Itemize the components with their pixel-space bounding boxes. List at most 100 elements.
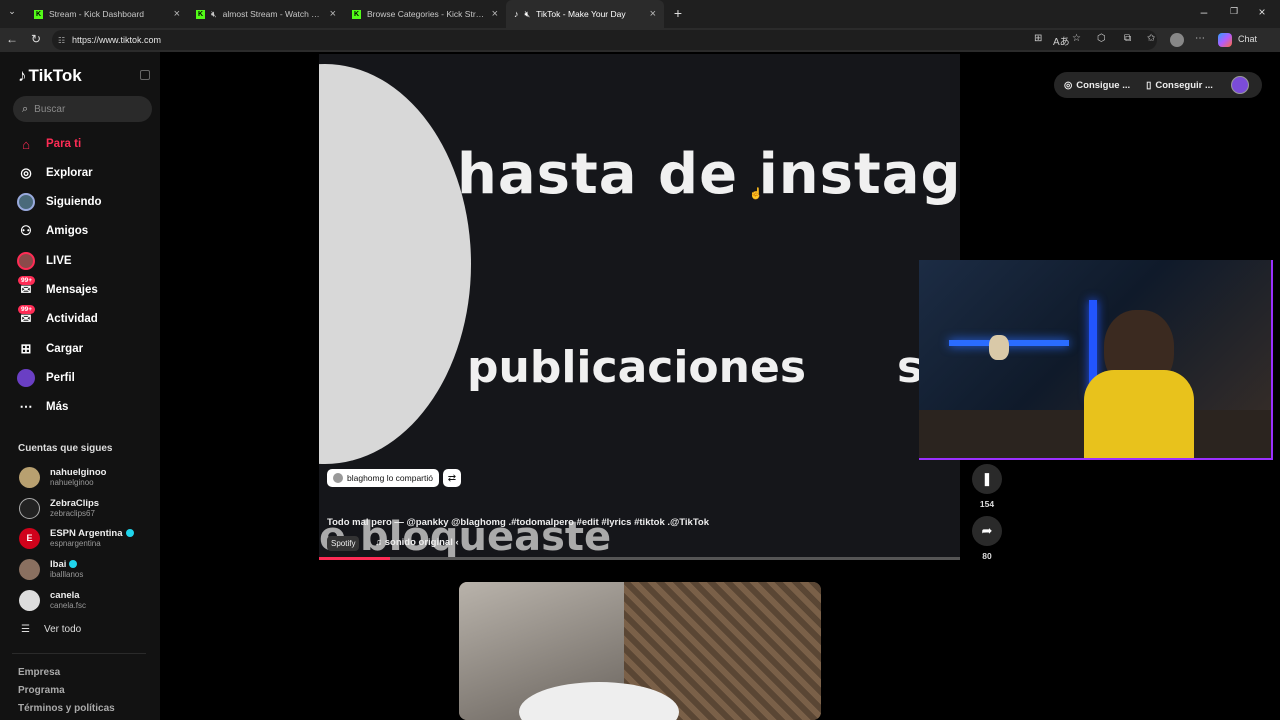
following-accounts-heading: Cuentas que sigues <box>18 443 113 454</box>
footer-link-terminos[interactable]: Términos y políticas <box>18 703 115 714</box>
close-window-icon[interactable]: × <box>1254 5 1270 19</box>
followed-account-item[interactable]: canela canela.fsc <box>19 588 86 612</box>
close-tab-icon[interactable]: × <box>650 8 656 20</box>
video-progress-track[interactable] <box>319 557 960 560</box>
video-caption-text: hasta de instag <box>457 142 960 207</box>
espn-avatar: E <box>19 527 40 549</box>
nav-item-mensajes[interactable]: ✉ 99+ Mensajes <box>17 276 98 301</box>
favorites-list-icon[interactable]: ✩ <box>1147 33 1155 44</box>
url-field[interactable]: ☷ https://www.tiktok.com <box>52 30 1157 50</box>
chat-button[interactable]: Chat <box>1238 34 1257 44</box>
browser-tab-tiktok[interactable]: ♪ 🔇︎ TikTok - Make Your Day × <box>506 0 664 28</box>
video-description: Todo mal pero — @pankky @blaghomg .#todo… <box>327 517 710 528</box>
tiktok-favicon-icon: ♪ <box>514 9 519 19</box>
browser-tab-almost-stream[interactable]: K 🔇︎ almost Stream - Watch Live o × <box>188 0 344 28</box>
bookmark-action[interactable]: ❚ 154 <box>972 464 1002 509</box>
nav-item-live[interactable]: LIVE <box>17 250 72 272</box>
spotify-tag[interactable]: Spotify <box>327 536 360 551</box>
nav-item-para-ti[interactable]: ⌂ Para ti <box>17 133 81 155</box>
back-arrow-icon[interactable]: ← <box>4 32 20 46</box>
avatar <box>19 466 40 488</box>
music-link[interactable]: ♫ sonido original ‹ <box>375 537 459 548</box>
webcam-overlay <box>919 260 1273 460</box>
kick-favicon-icon: K <box>34 9 43 19</box>
divider <box>12 653 146 654</box>
verified-badge-icon <box>69 560 78 568</box>
reload-icon[interactable]: ↻ <box>28 32 44 46</box>
app-available-icon[interactable]: ⊞ <box>1034 33 1042 44</box>
share-arrow-icon[interactable]: ➦ <box>972 516 1002 546</box>
kick-favicon-icon: K <box>196 9 205 19</box>
nav-item-actividad[interactable]: ✉ 99+ Actividad <box>17 305 98 330</box>
profile-icon <box>17 369 35 387</box>
bookmark-count: 154 <box>979 499 995 509</box>
translate-icon[interactable]: Aあ <box>1053 33 1070 48</box>
kick-favicon-icon: K <box>352 9 361 19</box>
tab-actions-chevron-icon[interactable]: ⌄ <box>4 6 20 17</box>
shared-by-pill[interactable]: blaghomg lo compartió <box>327 469 439 487</box>
following-icon <box>17 193 35 211</box>
followed-account-item[interactable]: Ibai iballlanos <box>19 557 83 581</box>
live-icon <box>17 252 35 270</box>
site-info-icon[interactable]: ☷ <box>58 36 65 45</box>
nav-item-siguiendo[interactable]: Siguiendo <box>17 191 102 213</box>
extensions-icon[interactable]: ⬡ <box>1097 33 1106 44</box>
messages-badge: 99+ <box>18 276 36 285</box>
friends-icon: ⚇ <box>20 223 32 238</box>
close-tab-icon[interactable]: × <box>492 8 498 20</box>
video-player[interactable]: hasta de instag publicaciones s e bloque… <box>319 54 960 560</box>
collapse-sidebar-icon[interactable] <box>140 70 150 80</box>
nav-item-amigos[interactable]: ⚇ Amigos <box>17 220 88 242</box>
close-tab-icon[interactable]: × <box>174 8 180 20</box>
new-tab-plus-icon[interactable]: + <box>670 5 686 21</box>
avatar <box>19 558 40 580</box>
footer-link-programa[interactable]: Programa <box>18 685 65 696</box>
browser-tab-kick-dashboard[interactable]: K Stream - Kick Dashboard × <box>26 0 188 28</box>
repost-icon[interactable]: ⇄ <box>443 469 461 487</box>
nav-item-cargar[interactable]: ⊞ Cargar <box>17 338 84 360</box>
tiktok-note-icon: ♪ <box>18 66 27 85</box>
bookmark-icon[interactable]: ❚ <box>972 464 1002 494</box>
led-light <box>949 340 1069 346</box>
nav-item-perfil[interactable]: Perfil <box>17 367 75 389</box>
followed-account-item[interactable]: E ESPN Argentina espnargentina <box>19 526 134 550</box>
share-action[interactable]: ➦ 80 <box>972 516 1002 561</box>
followed-account-item[interactable]: nahuelginoo nahuelginoo <box>19 465 106 489</box>
next-video-thumbnail[interactable] <box>459 582 821 720</box>
favorite-star-icon[interactable]: ☆ <box>1072 33 1081 44</box>
followed-account-item[interactable]: ZebraClips zebraclips67 <box>19 496 99 520</box>
figure-ornament <box>989 335 1009 360</box>
see-all-link[interactable]: ☰ Ver todo <box>21 624 81 635</box>
get-coins-button[interactable]: ◎ Consigue ... <box>1064 80 1130 91</box>
activity-badge: 99+ <box>18 305 36 314</box>
video-progress-fill <box>319 557 390 560</box>
restore-window-icon[interactable]: ❐ <box>1226 6 1242 17</box>
split-screen-icon[interactable]: ⧉ <box>1124 33 1131 44</box>
close-tab-icon[interactable]: × <box>330 8 336 20</box>
tiktok-logo[interactable]: ♪ TikTok <box>18 66 82 86</box>
minimize-window-icon[interactable]: – <box>1196 5 1212 19</box>
more-options-icon[interactable]: ⋯ <box>1195 33 1205 44</box>
get-app-button[interactable]: ▯ Conseguir ... <box>1146 80 1213 91</box>
muted-speaker-icon[interactable]: 🔇︎ <box>211 9 217 20</box>
footer-link-empresa[interactable]: Empresa <box>18 667 60 678</box>
nav-item-mas[interactable]: ⋯ Más <box>17 396 69 418</box>
activity-icon: ✉ 99+ <box>17 305 36 328</box>
mouse-cursor-icon: ☝ <box>749 188 763 200</box>
muted-speaker-icon[interactable]: 🔇︎ <box>525 9 531 20</box>
browser-tab-bar: ⌄ K Stream - Kick Dashboard × K 🔇︎ almos… <box>0 0 1280 28</box>
avatar <box>19 589 40 611</box>
copilot-icon[interactable] <box>1218 33 1232 47</box>
list-icon: ☰ <box>21 624 30 635</box>
person-shirt <box>1084 370 1194 458</box>
upload-icon: ⊞ <box>20 341 32 356</box>
video-disc-graphic <box>319 64 471 464</box>
browser-address-bar: ← ↻ ☷ https://www.tiktok.com ⊞ Aあ ☆ ⬡ ⧉ … <box>0 28 1280 52</box>
user-avatar[interactable] <box>1231 76 1249 94</box>
verified-badge-icon <box>125 529 134 537</box>
browser-tab-browse-categories[interactable]: K Browse Categories - Kick Streamin × <box>344 0 506 28</box>
search-input[interactable]: ⌕ Buscar <box>13 96 152 122</box>
browser-profile-avatar[interactable] <box>1170 33 1184 47</box>
nav-item-explorar[interactable]: ◎ Explorar <box>17 162 92 184</box>
phone-icon: ▯ <box>1146 79 1152 91</box>
